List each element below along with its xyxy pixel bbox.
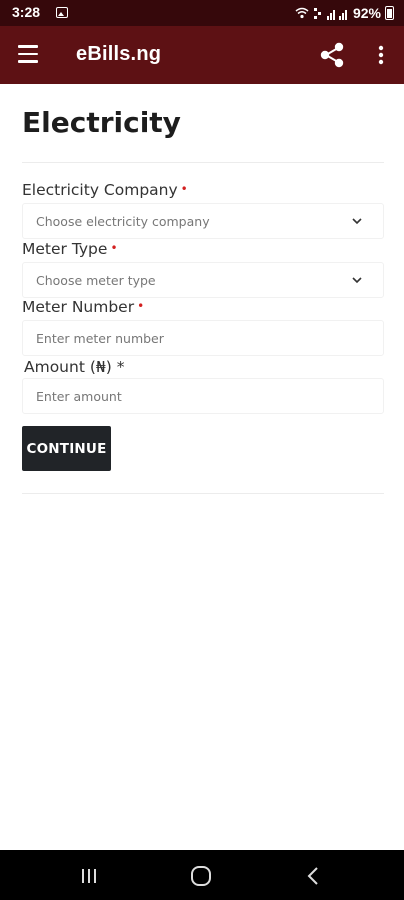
signal-icon: [326, 9, 347, 20]
navigation-bar: [0, 850, 404, 900]
meter-type-select-placeholder: Choose meter type: [36, 273, 156, 288]
hotspot-icon: [295, 7, 309, 19]
menu-icon[interactable]: [18, 45, 40, 63]
more-vertical-icon[interactable]: [374, 43, 388, 67]
meter-number-input[interactable]: Enter meter number: [22, 320, 384, 356]
image-icon: [56, 7, 68, 18]
required-mark: •: [180, 182, 188, 196]
battery-percent: 92%: [352, 5, 381, 21]
recent-apps-icon[interactable]: [81, 868, 97, 884]
meter-number-label-text: Meter Number: [22, 298, 135, 316]
divider: [22, 493, 384, 494]
meter-number-label: Meter Number •: [22, 298, 144, 316]
back-icon[interactable]: [306, 866, 320, 886]
chevron-down-icon: [352, 218, 362, 225]
company-label-text: Electricity Company: [22, 181, 178, 199]
amount-placeholder: Enter amount: [36, 389, 122, 404]
app-bar: eBills.ng: [0, 26, 404, 84]
company-label: Electricity Company •: [22, 181, 188, 199]
meter-type-label: Meter Type •: [22, 240, 118, 258]
status-bar: 3:28 92%: [0, 0, 404, 26]
meter-number-placeholder: Enter meter number: [36, 331, 164, 346]
amount-label: Amount (₦) *: [24, 358, 125, 376]
company-select-placeholder: Choose electricity company: [36, 214, 210, 229]
page-title: Electricity: [22, 106, 181, 139]
app-title: eBills.ng: [76, 43, 162, 65]
required-mark: •: [110, 241, 118, 255]
volte-icon: [313, 8, 321, 19]
required-mark: •: [137, 299, 145, 313]
home-icon[interactable]: [190, 865, 212, 887]
continue-button[interactable]: CONTINUE: [22, 426, 111, 471]
divider: [22, 162, 384, 163]
meter-type-label-text: Meter Type: [22, 240, 108, 258]
battery-icon: [385, 6, 394, 20]
chevron-down-icon: [352, 277, 362, 284]
status-icons: 92%: [295, 4, 394, 22]
meter-type-select[interactable]: Choose meter type: [22, 262, 384, 298]
share-icon[interactable]: [317, 40, 347, 70]
amount-input[interactable]: Enter amount: [22, 378, 384, 414]
status-time: 3:28: [12, 4, 41, 20]
company-select[interactable]: Choose electricity company: [22, 203, 384, 239]
